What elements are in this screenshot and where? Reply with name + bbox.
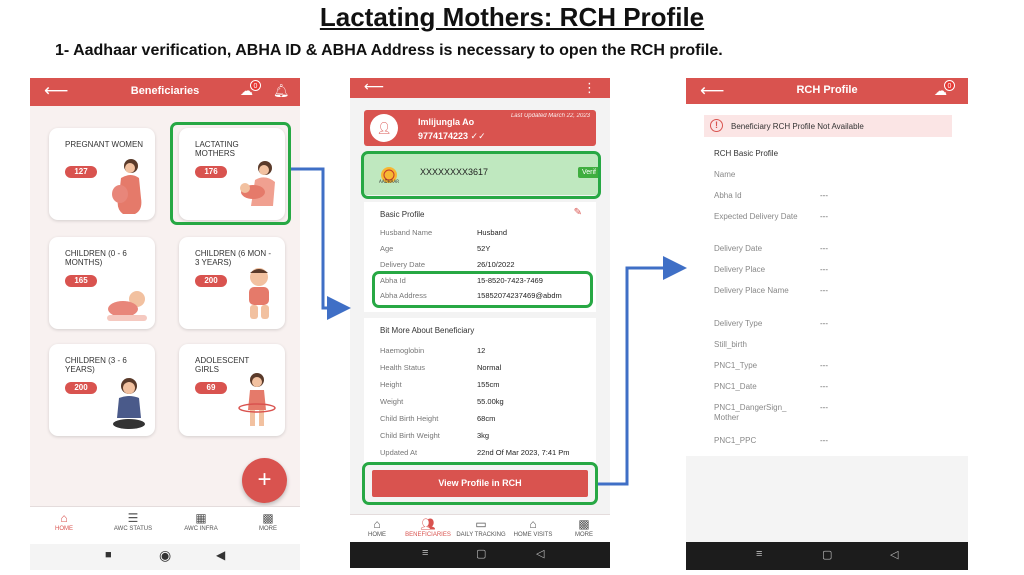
flow-arrows <box>291 167 687 486</box>
arrow-to-profile <box>291 167 351 320</box>
arrow-to-rch <box>598 256 687 486</box>
